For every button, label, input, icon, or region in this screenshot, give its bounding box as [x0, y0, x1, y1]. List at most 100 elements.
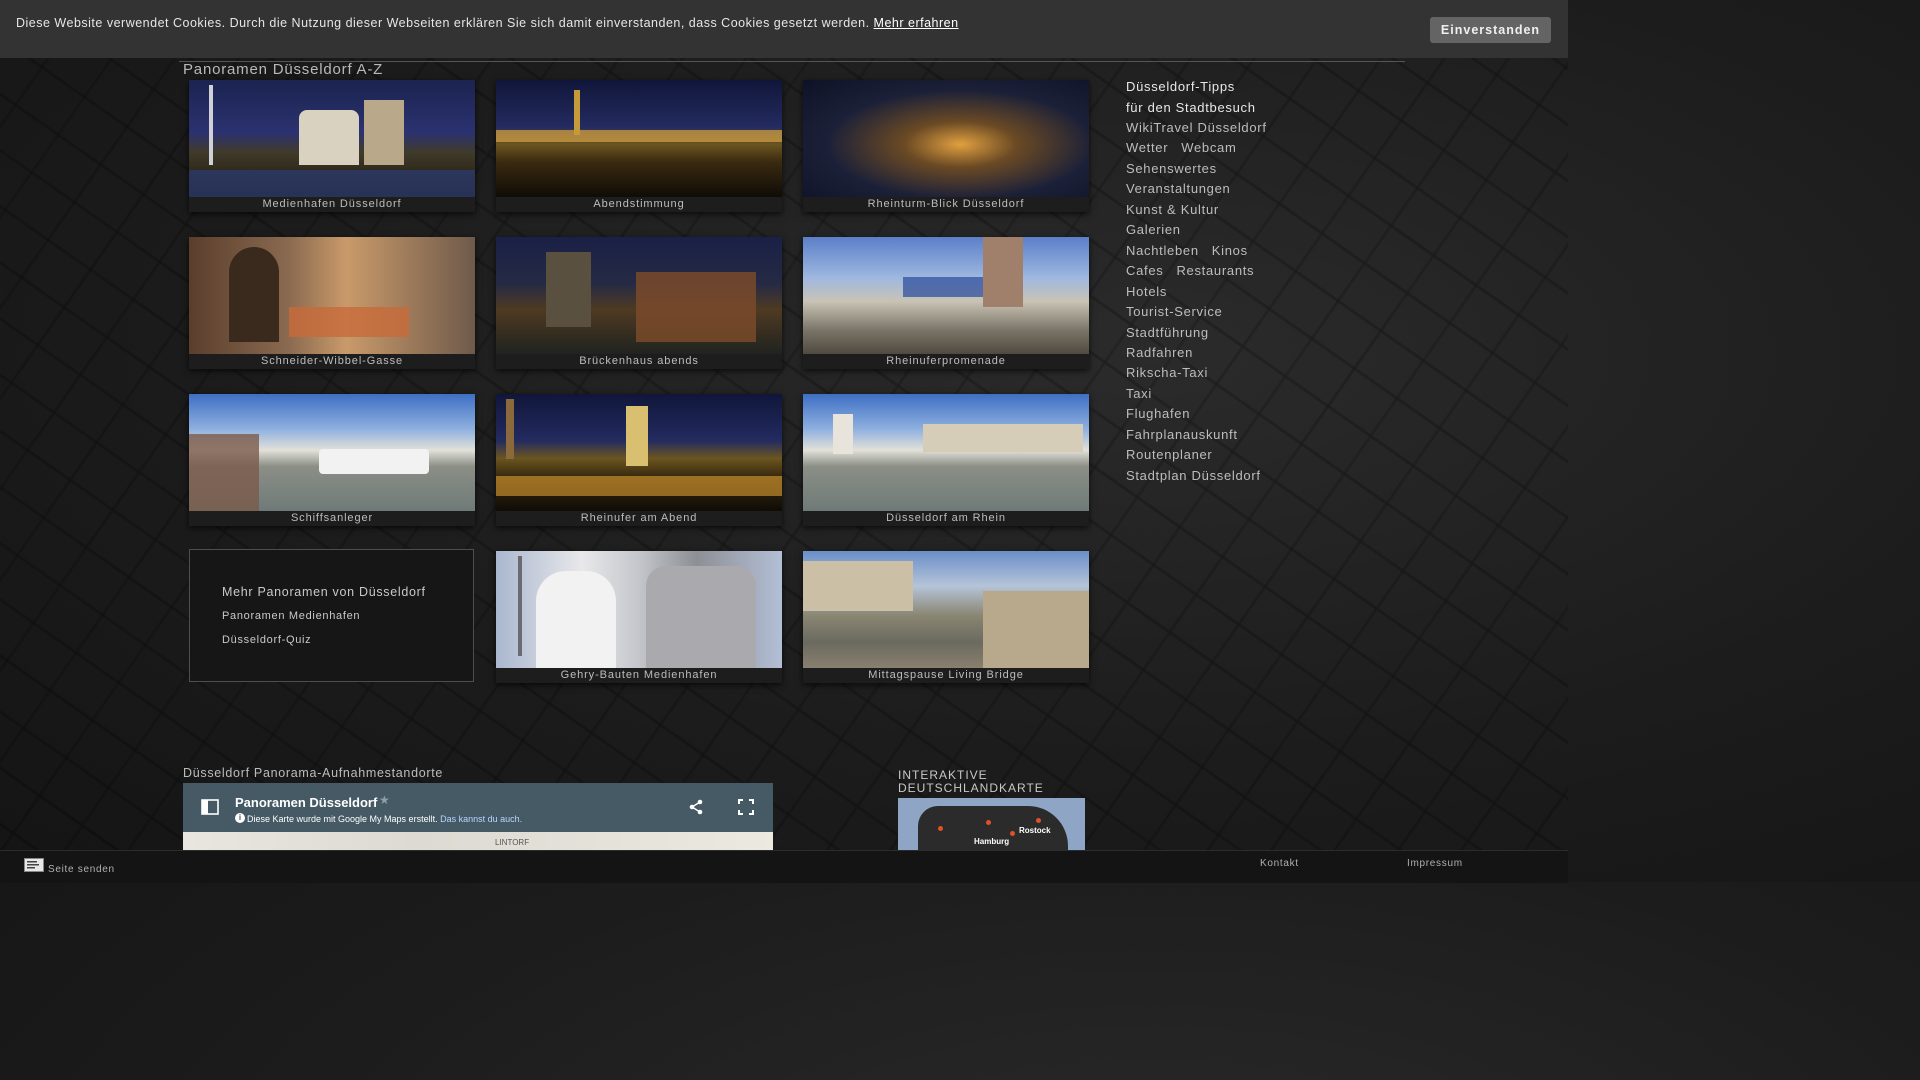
sidebar-row: Galerien [1126, 220, 1280, 240]
sidebar-link-kunst-kultur[interactable]: Kunst & Kultur [1126, 202, 1219, 217]
send-page-icon[interactable] [24, 858, 44, 872]
tile-caption: Schiffsanleger [290, 512, 374, 524]
map-marker[interactable] [986, 820, 991, 825]
tile-caption: Gehry-Bauten Medienhafen [560, 669, 718, 681]
tile-caption: Abendstimmung [593, 198, 685, 210]
tile-rheinuferpromenade[interactable]: Rheinuferpromenade [803, 237, 1089, 369]
germany-map-title: INTERAKTIVE DEUTSCHLANDKARTE [898, 768, 1044, 795]
kontakt-link[interactable]: Kontakt [1260, 858, 1299, 869]
tile-caption: Mittagspause Living Bridge [868, 669, 1024, 681]
sidebar-link-wikitravel[interactable]: WikiTravel Düsseldorf [1126, 120, 1267, 135]
sidebar-row: Taxi [1126, 384, 1280, 404]
footer: Seite senden Kontakt Impressum [0, 850, 1568, 883]
panoramen-medienhafen-link[interactable]: Panoramen Medienhafen [222, 610, 360, 622]
sidebar-link-rikscha-taxi[interactable]: Rikscha-Taxi [1126, 365, 1208, 380]
map-header: Panoramen Düsseldorf ★ i Diese Karte wur… [183, 783, 773, 832]
tile-image [496, 80, 782, 197]
map-title: Panoramen Düsseldorf [235, 795, 378, 810]
sidebar-link-taxi[interactable]: Taxi [1126, 386, 1152, 401]
tile-image [803, 394, 1089, 511]
sidebar-row: Wetter Webcam [1126, 138, 1280, 158]
sidebar-link-radfahren[interactable]: Radfahren [1126, 345, 1193, 360]
tile-schiffsanleger[interactable]: Schiffsanleger [189, 394, 475, 526]
sidebar-row: Flughafen [1126, 404, 1280, 424]
map-subtitle-text: Diese Karte wurde mit Google My Maps ers… [247, 814, 438, 824]
sidebar-row: Radfahren [1126, 343, 1280, 363]
sidebar-row: WikiTravel Düsseldorf [1126, 118, 1280, 138]
fullscreen-icon[interactable] [738, 799, 754, 815]
tile-image [803, 237, 1089, 354]
sidebar-row: Hotels [1126, 282, 1280, 302]
sidebar-link-stadtplan[interactable]: Stadtplan Düsseldorf [1126, 468, 1261, 483]
map-subtitle-link[interactable]: Das kannst du auch. [440, 814, 522, 824]
sidebar-link-restaurants[interactable]: Restaurants [1176, 263, 1254, 278]
page-title: Panoramen Düsseldorf A-Z [183, 61, 384, 78]
tile-caption: Rheinuferpromenade [886, 355, 1006, 367]
cookie-more-link[interactable]: Mehr erfahren [874, 16, 959, 30]
map-marker[interactable] [1010, 831, 1015, 836]
sidebar-subheading: für den Stadtbesuch [1126, 99, 1256, 115]
sidebar-row: Routenplaner [1126, 445, 1280, 465]
tile-caption: Brückenhaus abends [579, 355, 699, 367]
tile-image [189, 80, 475, 197]
sidebar-row: Tourist-Service [1126, 302, 1280, 322]
sidebar-row: Stadtplan Düsseldorf [1126, 466, 1280, 486]
sidebar-row: Rikscha-Taxi [1126, 363, 1280, 383]
tile-mittagspause-living-bridge[interactable]: Mittagspause Living Bridge [803, 551, 1089, 683]
tile-medienhafen[interactable]: Medienhafen Düsseldorf [189, 80, 475, 212]
sidebar-link-flughafen[interactable]: Flughafen [1126, 406, 1190, 421]
tile-image [189, 237, 475, 354]
tile-abendstimmung[interactable]: Abendstimmung [496, 80, 782, 212]
tile-rheinufer-abend[interactable]: Rheinufer am Abend [496, 394, 782, 526]
sidebar-link-hotels[interactable]: Hotels [1126, 284, 1167, 299]
sidebar-row: Stadtführung [1126, 323, 1280, 343]
map-marker[interactable] [1036, 818, 1041, 823]
duesseldorf-quiz-link[interactable]: Düsseldorf-Quiz [222, 634, 311, 646]
sidebar-link-wetter[interactable]: Wetter [1126, 140, 1168, 155]
map-city-rostock: Rostock [1019, 826, 1051, 835]
google-map-embed[interactable]: Panoramen Düsseldorf ★ i Diese Karte wur… [183, 783, 773, 853]
sidebar-link-sehenswertes[interactable]: Sehenswertes [1126, 161, 1217, 176]
sidebar-link-tourist-service[interactable]: Tourist-Service [1126, 304, 1222, 319]
sidebar-link-fahrplanauskunft[interactable]: Fahrplanauskunft [1126, 427, 1238, 442]
sidebar-link-nachtleben[interactable]: Nachtleben [1126, 243, 1199, 258]
sidebar-row: Cafes Restaurants [1126, 261, 1280, 281]
sidebar-link-routenplaner[interactable]: Routenplaner [1126, 447, 1212, 462]
sidebar-heading: Düsseldorf-Tipps [1126, 79, 1235, 94]
sidebar-link-cafes[interactable]: Cafes [1126, 263, 1163, 278]
more-panoramas-box: Mehr Panoramen von Düsseldorf Panoramen … [189, 549, 474, 682]
tile-duesseldorf-am-rhein[interactable]: Düsseldorf am Rhein [803, 394, 1089, 526]
star-icon[interactable]: ★ [379, 793, 390, 807]
share-icon[interactable] [688, 799, 704, 815]
sidebar-link-stadtfuehrung[interactable]: Stadtführung [1126, 325, 1209, 340]
info-icon: i [235, 813, 245, 823]
tile-brueckenhaus[interactable]: Brückenhaus abends [496, 237, 782, 369]
sidebar-row: Veranstaltungen [1126, 179, 1280, 199]
sidebar-link-galerien[interactable]: Galerien [1126, 222, 1181, 237]
tile-caption: Rheinturm-Blick Düsseldorf [867, 198, 1025, 210]
tile-image [496, 237, 782, 354]
tile-gehry-bauten[interactable]: Gehry-Bauten Medienhafen [496, 551, 782, 683]
send-page-link[interactable]: Seite senden [48, 864, 115, 875]
cookie-accept-button[interactable]: Einverstanden [1430, 17, 1551, 43]
sidebar-link-kinos[interactable]: Kinos [1212, 243, 1248, 258]
map-legend-icon[interactable] [201, 799, 219, 815]
tile-caption: Rheinufer am Abend [580, 512, 698, 524]
cookie-message: Diese Website verwendet Cookies. Durch d… [16, 16, 870, 30]
sidebar-row: Fahrplanauskunft [1126, 425, 1280, 445]
tile-schneider-wibbel-gasse[interactable]: Schneider-Wibbel-Gasse [189, 237, 475, 369]
sidebar-link-veranstaltungen[interactable]: Veranstaltungen [1126, 181, 1230, 196]
sidebar-row: Sehenswertes [1126, 159, 1280, 179]
map-subtitle: Diese Karte wurde mit Google My Maps ers… [247, 814, 522, 824]
sidebar: Düsseldorf-Tipps für den Stadtbesuch Wik… [1126, 77, 1280, 486]
more-panoramas-heading-link[interactable]: Mehr Panoramen von Düsseldorf [222, 585, 426, 599]
germany-map[interactable]: Rostock Hamburg [898, 798, 1085, 853]
impressum-link[interactable]: Impressum [1407, 858, 1463, 869]
map-city-hamburg: Hamburg [974, 837, 1010, 846]
tile-image [496, 551, 782, 668]
sidebar-link-webcam[interactable]: Webcam [1181, 140, 1236, 155]
sidebar-row: Kunst & Kultur [1126, 200, 1280, 220]
tile-rheinturm-blick[interactable]: Rheinturm-Blick Düsseldorf [803, 80, 1089, 212]
tile-image [803, 80, 1089, 197]
map-marker[interactable] [938, 826, 943, 831]
